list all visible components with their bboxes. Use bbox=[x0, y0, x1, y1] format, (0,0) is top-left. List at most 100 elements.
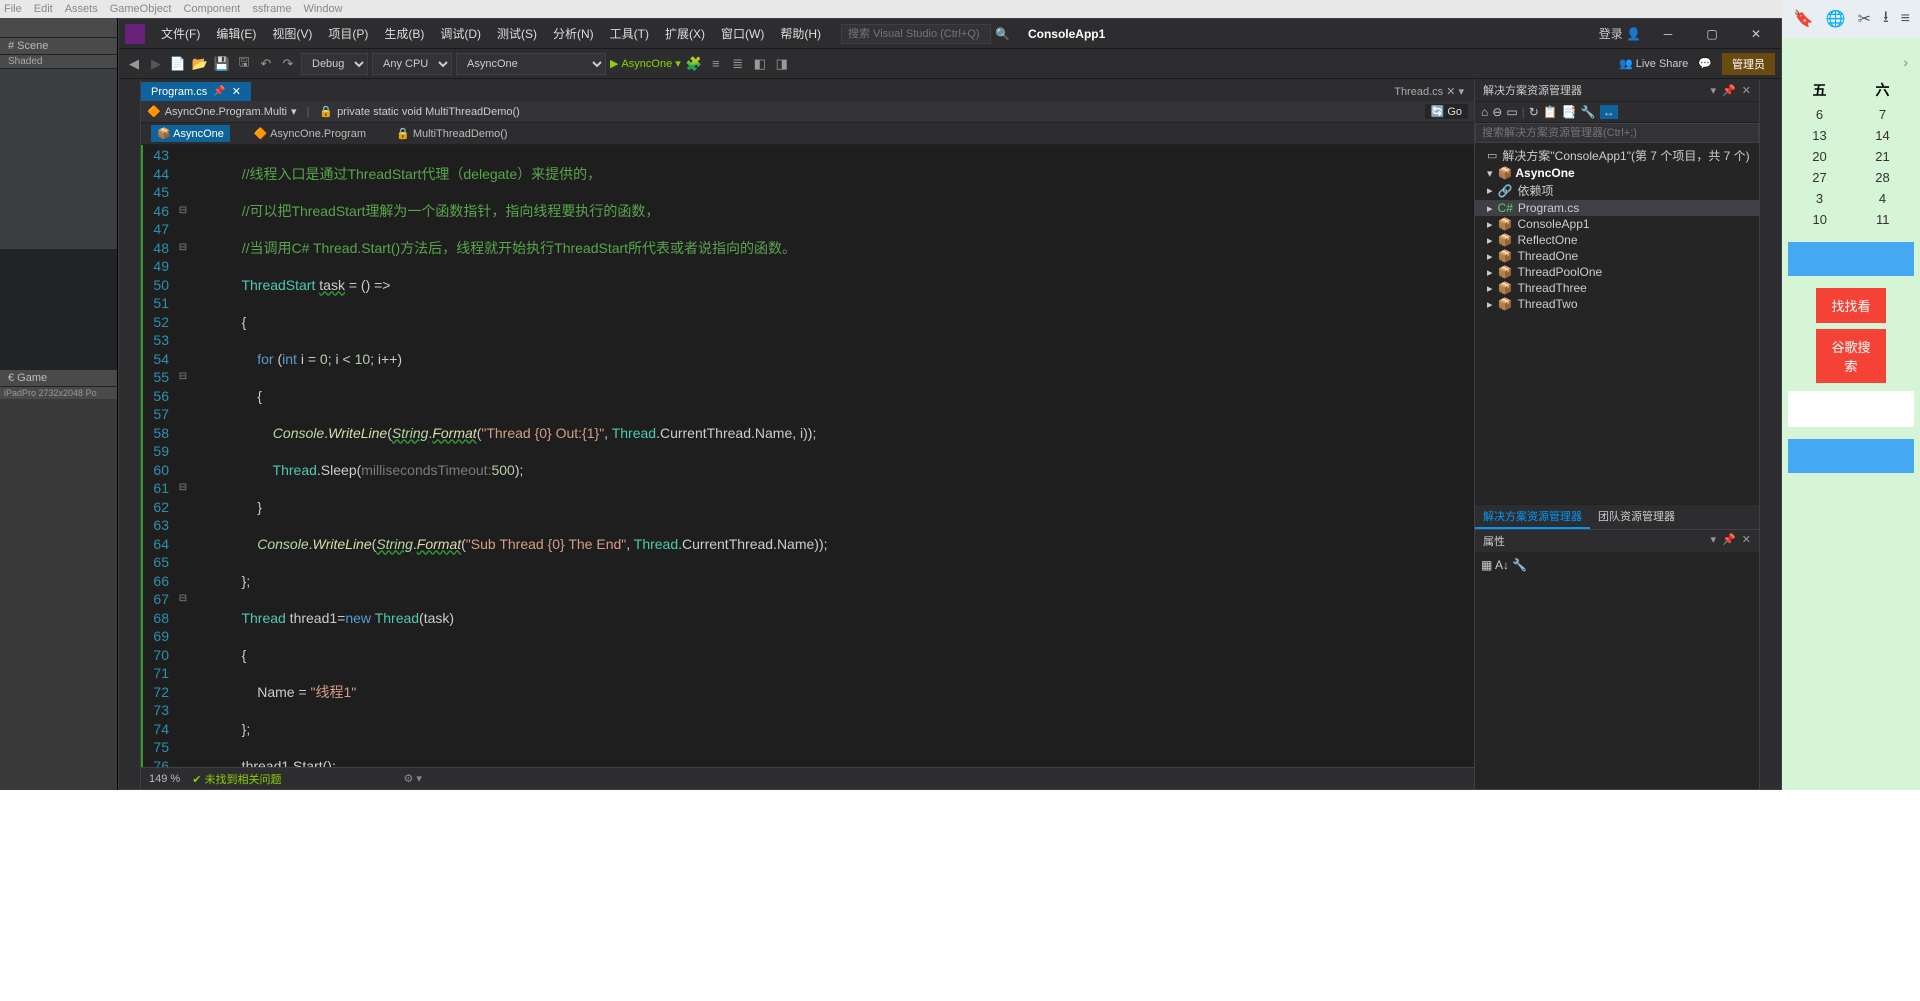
menu-build[interactable]: 生成(B) bbox=[376, 25, 432, 42]
solution-tree[interactable]: ▭解决方案"ConsoleApp1"(第 7 个项目，共 7 个) ▾📦 Asy… bbox=[1475, 143, 1759, 504]
alphabetical-icon[interactable]: A↓ bbox=[1495, 558, 1509, 572]
menu-edit[interactable]: Edit bbox=[34, 3, 53, 15]
menu-debug[interactable]: 调试(D) bbox=[432, 25, 489, 42]
saveall-icon[interactable]: 🖫 bbox=[235, 53, 253, 75]
vs-search-input[interactable] bbox=[841, 24, 991, 44]
save-icon[interactable]: 💾 bbox=[213, 56, 231, 72]
breadcrumb-2[interactable]: 🔶 AsyncOne.Program bbox=[248, 125, 372, 142]
menu-extensions[interactable]: 扩展(X) bbox=[657, 25, 713, 42]
tab-program-cs[interactable]: Program.cs📌✕ bbox=[141, 82, 251, 101]
menu-file[interactable]: 文件(F) bbox=[153, 25, 208, 42]
startup-dropdown[interactable]: AsyncOne bbox=[456, 53, 606, 75]
config-dropdown[interactable]: Debug bbox=[301, 53, 368, 75]
redo-icon[interactable]: ↷ bbox=[279, 56, 297, 72]
feedback-icon[interactable]: 💬 bbox=[1698, 57, 1712, 70]
cut-icon[interactable]: ✂ bbox=[1858, 9, 1871, 29]
tab-solution-explorer[interactable]: 解决方案资源管理器 bbox=[1475, 505, 1590, 529]
close-icon[interactable]: ✕ bbox=[1742, 533, 1751, 549]
code-area[interactable]: //线程入口是通过ThreadStart代理（delegate）来提供的， //… bbox=[191, 145, 1474, 767]
tb-icon-5[interactable]: ◨ bbox=[773, 56, 791, 72]
cal-row[interactable]: 1011 bbox=[1788, 209, 1914, 230]
resolution-dropdown[interactable]: iPadPro 2732x2048 Po bbox=[0, 387, 117, 399]
menu-ssframe[interactable]: ssframe bbox=[252, 3, 291, 15]
deps-node[interactable]: ▸🔗 依赖项 bbox=[1475, 181, 1759, 200]
next-month-icon[interactable]: › bbox=[1903, 54, 1908, 70]
menu-assets[interactable]: Assets bbox=[65, 3, 98, 15]
project-threadthree[interactable]: ▸📦 ThreadThree bbox=[1475, 280, 1759, 296]
platform-dropdown[interactable]: Any CPU bbox=[372, 53, 452, 75]
close-icon[interactable]: ✕ bbox=[1742, 84, 1751, 97]
status-dropdown-icon[interactable]: ⚙ ▾ bbox=[403, 772, 421, 785]
close-tab-icon[interactable]: ✕ bbox=[232, 85, 241, 98]
menu-gameobject[interactable]: GameObject bbox=[110, 3, 172, 15]
maximize-icon[interactable]: ▢ bbox=[1695, 22, 1729, 46]
code-editor[interactable]: 4344454647484950515253545556575859606162… bbox=[141, 145, 1474, 767]
project-threadone[interactable]: ▸📦 ThreadOne bbox=[1475, 248, 1759, 264]
tb-icon-1[interactable]: 🧩 bbox=[685, 56, 703, 72]
pin-icon[interactable]: 📌 bbox=[1722, 84, 1736, 97]
bookmark-icon[interactable]: 🔖 bbox=[1794, 9, 1814, 29]
menu-tools[interactable]: 工具(T) bbox=[602, 25, 657, 42]
left-toolbox-strip[interactable] bbox=[119, 79, 141, 789]
right-toolbox-strip[interactable] bbox=[1759, 79, 1781, 789]
undo-icon[interactable]: ↶ bbox=[257, 56, 275, 72]
menu-component[interactable]: Component bbox=[183, 3, 240, 15]
scene-tab[interactable]: # Scene bbox=[0, 38, 117, 55]
menu-window[interactable]: 窗口(W) bbox=[713, 25, 772, 42]
pin-icon[interactable]: 📌 bbox=[213, 86, 225, 97]
project-reflectone[interactable]: ▸📦 ReflectOne bbox=[1475, 232, 1759, 248]
menu-view[interactable]: 视图(V) bbox=[264, 25, 320, 42]
search-button-2[interactable]: 谷歌搜索 bbox=[1816, 329, 1886, 383]
breadcrumb-3[interactable]: 🔒 MultiThreadDemo() bbox=[390, 125, 514, 142]
cal-row[interactable]: 67 bbox=[1788, 104, 1914, 125]
tool-icon[interactable]: ▭ bbox=[1506, 105, 1517, 119]
unity-toolbar[interactable] bbox=[0, 18, 117, 38]
tool-icon[interactable]: ↔ bbox=[1600, 105, 1618, 119]
live-share-button[interactable]: 👥 Live Share bbox=[1619, 57, 1688, 70]
search-button-1[interactable]: 找找看 bbox=[1816, 288, 1886, 323]
categorized-icon[interactable]: ▦ bbox=[1481, 558, 1492, 572]
cal-row[interactable]: 2728 bbox=[1788, 167, 1914, 188]
tool-icon[interactable]: 📑 bbox=[1562, 105, 1577, 119]
login-link[interactable]: 登录 👤 bbox=[1599, 25, 1641, 42]
game-tab[interactable]: € Game bbox=[0, 369, 117, 387]
tool-icon[interactable]: 📋 bbox=[1543, 105, 1558, 119]
dropdown-icon[interactable]: ▾ bbox=[1711, 533, 1717, 549]
go-button[interactable]: 🔄Go bbox=[1425, 104, 1468, 119]
search-icon[interactable]: 🔍 bbox=[995, 27, 1010, 41]
menu-analyze[interactable]: 分析(N) bbox=[545, 25, 602, 42]
breadcrumb-1[interactable]: 📦 AsyncOne bbox=[151, 125, 230, 142]
project-consoleapp1[interactable]: ▸📦 ConsoleApp1 bbox=[1475, 216, 1759, 232]
nav-back-icon[interactable]: ◀ bbox=[125, 56, 143, 72]
tb-icon-4[interactable]: ◧ bbox=[751, 56, 769, 72]
run-button[interactable]: ▶ AsyncOne ▾ bbox=[610, 57, 681, 70]
file-program-cs[interactable]: ▸C# Program.cs bbox=[1475, 200, 1759, 216]
menu-test[interactable]: 测试(S) bbox=[489, 25, 545, 42]
menu-window[interactable]: Window bbox=[303, 3, 342, 15]
new-icon[interactable]: 📄 bbox=[169, 56, 187, 72]
solution-root[interactable]: ▭解决方案"ConsoleApp1"(第 7 个项目，共 7 个) bbox=[1475, 146, 1759, 165]
zoom-level[interactable]: 149 % bbox=[149, 773, 180, 785]
menu-edit[interactable]: 编辑(E) bbox=[208, 25, 264, 42]
download-icon[interactable]: ⭳ bbox=[1883, 6, 1889, 33]
tb-icon-3[interactable]: ≣ bbox=[729, 56, 747, 72]
cal-blue-bar-2[interactable] bbox=[1788, 439, 1914, 473]
member-dropdown[interactable]: 🔒 private static void MultiThreadDemo() bbox=[319, 105, 520, 118]
minimize-icon[interactable]: ─ bbox=[1651, 22, 1685, 46]
cal-row[interactable]: 2021 bbox=[1788, 146, 1914, 167]
menu-help[interactable]: 帮助(H) bbox=[772, 25, 829, 42]
project-threadpoolone[interactable]: ▸📦 ThreadPoolOne bbox=[1475, 264, 1759, 280]
scene-viewport[interactable] bbox=[0, 69, 117, 369]
cal-blue-bar[interactable] bbox=[1788, 242, 1914, 276]
tb-icon-2[interactable]: ≡ bbox=[707, 56, 725, 71]
project-threadtwo[interactable]: ▸📦 ThreadTwo bbox=[1475, 296, 1759, 312]
namespace-dropdown[interactable]: 🔶 AsyncOne.Program.Multi ▾ bbox=[147, 105, 297, 118]
globe-icon[interactable]: 🌐 bbox=[1826, 9, 1846, 29]
cal-row[interactable]: 1314 bbox=[1788, 125, 1914, 146]
menu-project[interactable]: 项目(P) bbox=[320, 25, 376, 42]
tab-team-explorer[interactable]: 团队资源管理器 bbox=[1590, 505, 1683, 529]
issues-status[interactable]: ✔ 未找到相关问题 bbox=[192, 771, 281, 787]
tab-thread-cs[interactable]: Thread.cs ✕ ▾ bbox=[1384, 82, 1474, 101]
dropdown-icon[interactable]: ▾ bbox=[1711, 84, 1717, 97]
solution-search-input[interactable] bbox=[1475, 123, 1759, 143]
